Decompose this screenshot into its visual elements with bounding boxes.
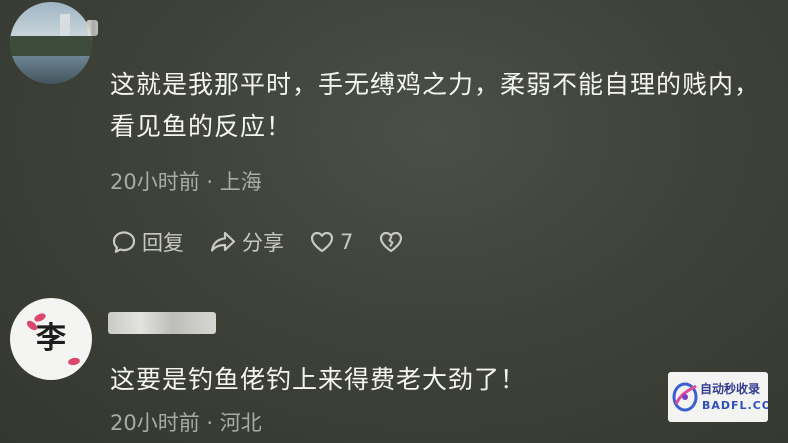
comment-actions: 回复 分享 7 [110,224,433,260]
meta-separator: · [206,411,214,435]
username-blurred [108,312,216,334]
avatar-glyph: 李 [36,321,66,356]
comment-text: 这要是钓鱼佬钓上来得费老大劲了！ [110,365,527,394]
comment-meta: 20小时前 · 上海 [110,166,262,196]
comment-meta: 20小时前 · 河北 [110,407,262,437]
like-button[interactable]: 7 [308,228,353,256]
reply-button[interactable]: 回复 [110,227,184,257]
comment-bubble-icon [112,231,136,253]
avatar[interactable] [10,2,92,84]
comment-time: 20小时前 [110,411,200,435]
broken-heart-icon [380,231,403,253]
meta-separator: · [206,170,214,194]
heart-icon [310,231,334,253]
comment-location: 上海 [219,170,262,194]
comment-text: 这就是我那平时，手无缚鸡之力，柔弱不能自理的贱内，看见鱼的反应！ [110,70,761,141]
avatar[interactable]: 李 [10,298,92,380]
watermark: 自动秒收录 BADFL.COM [668,372,768,422]
comment-time: 20小时前 [110,170,200,194]
reply-label: 回复 [142,231,184,255]
username-blurred [86,20,98,36]
share-arrow-icon [210,231,236,252]
watermark-top-text: 自动秒收录 [700,382,761,396]
share-button[interactable]: 分享 [208,227,284,257]
share-label: 分享 [242,231,284,255]
like-count: 7 [340,230,354,254]
comment-location: 河北 [219,411,262,435]
watermark-bottom-text: BADFL.COM [702,399,768,412]
watermark-logo-icon [672,382,698,412]
dislike-button[interactable] [377,228,409,256]
